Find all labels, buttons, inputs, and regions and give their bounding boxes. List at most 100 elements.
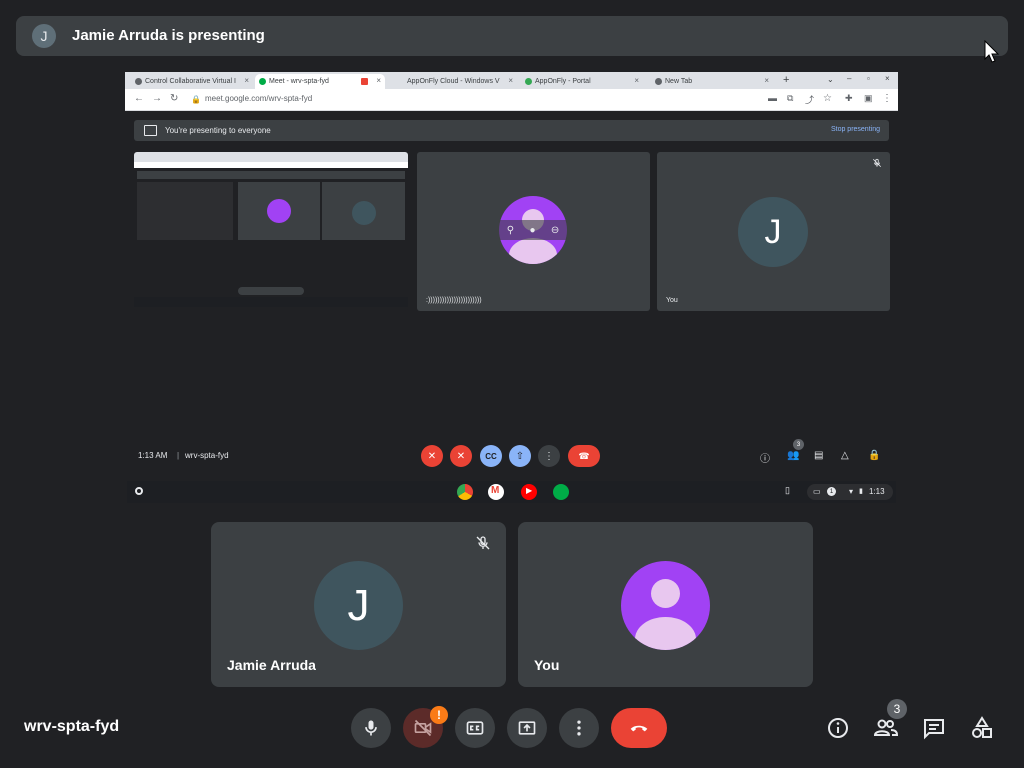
reload-icon[interactable]: ↻ (170, 93, 178, 104)
maximize-icon[interactable]: ▫ (867, 74, 870, 83)
open-external-icon[interactable]: ⧉ (787, 93, 793, 104)
preview-address-bar (134, 162, 408, 168)
close-tab-icon[interactable]: × (634, 76, 639, 85)
present-button[interactable] (507, 708, 547, 748)
tab-favicon-icon (525, 78, 532, 85)
present-icon (518, 721, 536, 735)
chat-button[interactable] (918, 712, 950, 744)
back-icon[interactable]: ← (134, 93, 144, 104)
close-tab-icon[interactable]: × (764, 76, 769, 85)
battery-icon: ▮ (859, 488, 863, 495)
more-options-button[interactable] (559, 708, 599, 748)
meeting-code: wrv-spta-fyd (24, 718, 120, 735)
leave-call-button[interactable] (611, 708, 667, 748)
meet-favicon-icon (259, 78, 266, 85)
os-shelf: M ▶ ▯ ▭ 1 ▾ ▮ 1:13 (127, 481, 896, 503)
notification-count: 1 (827, 487, 836, 496)
mic-button[interactable] (351, 708, 391, 748)
separator: | (177, 451, 180, 460)
presenting-banner: J Jamie Arruda is presenting (16, 16, 1008, 56)
screen-share-preview (134, 152, 408, 311)
bookmark-star-icon[interactable]: ☆ (823, 93, 832, 104)
captions-button[interactable]: CC (480, 445, 502, 467)
participant-name: You (534, 657, 560, 673)
preview-shelf (134, 297, 408, 307)
presenter-avatar: J (32, 24, 56, 48)
captions-icon (466, 721, 484, 735)
gmail-app-icon[interactable]: M (488, 484, 504, 500)
preview-tile (238, 182, 320, 240)
mic-off-button[interactable]: ✕ (421, 445, 443, 467)
presenting-notice: You're presenting to everyone (165, 126, 271, 135)
chevron-down-icon[interactable]: ⌄ (827, 75, 834, 84)
mic-icon[interactable]: ● (529, 225, 535, 236)
status-tray[interactable]: ▭ 1 ▾ ▮ 1:13 (807, 484, 893, 500)
participant-tile-self[interactable]: You (518, 522, 813, 687)
meeting-details-button[interactable] (822, 712, 854, 744)
meeting-code: wrv-spta-fyd (185, 451, 229, 460)
youtube-app-icon[interactable]: ▶ (521, 484, 537, 500)
activities-icon[interactable]: △ (841, 450, 849, 461)
meet-app-icon[interactable] (553, 484, 569, 500)
presenting-text: Jamie Arruda is presenting (72, 27, 265, 44)
info-icon (828, 718, 848, 738)
tab-favicon-icon (655, 78, 662, 85)
shelf-time: 1:13 (869, 487, 885, 496)
clipboard-icon[interactable]: ▯ (785, 485, 790, 496)
present-button[interactable]: ⇧ (509, 445, 531, 467)
browser-tab-strip: Control Collaborative Virtual I × Meet - … (125, 72, 898, 89)
preview-browser-chrome (134, 152, 408, 162)
launcher-icon[interactable] (135, 487, 143, 495)
browser-tab[interactable]: AppOnFly Cloud - Windows V × (393, 74, 517, 89)
more-vert-icon: ⋮ (544, 450, 554, 462)
share-icon[interactable]: ⤴ (805, 93, 814, 106)
camera-off-icon (414, 719, 432, 737)
remove-icon[interactable]: ⊖ (551, 225, 559, 236)
activities-icon (972, 716, 992, 738)
mic-off-icon (470, 530, 496, 556)
close-window-icon[interactable]: × (885, 74, 890, 83)
address-bar[interactable]: ← → ↻ 🔒 meet.google.com/wrv-spta-fyd ▬ ⧉… (125, 89, 898, 111)
host-controls-icon[interactable]: 🔒 (868, 450, 880, 461)
more-vert-icon[interactable]: ⋮ (882, 93, 892, 104)
preview-avatar (352, 201, 376, 225)
stop-presenting-button[interactable]: Stop presenting (831, 126, 880, 133)
chat-icon[interactable]: ▤ (814, 450, 823, 461)
pin-icon[interactable]: ⚲ (507, 225, 514, 236)
participant-tile-jamie[interactable]: J Jamie Arruda (211, 522, 506, 687)
browser-tab-active[interactable]: Meet - wrv-spta-fyd × (255, 74, 385, 89)
minimize-icon[interactable]: – (847, 74, 851, 83)
shared-screen: Control Collaborative Virtual I × Meet - … (125, 72, 898, 507)
more-options-button[interactable]: ⋮ (538, 445, 560, 467)
browser-tab[interactable]: New Tab × (651, 74, 773, 89)
camera-icon[interactable]: ▬ (768, 93, 777, 103)
new-tab-icon[interactable]: + (783, 74, 789, 86)
participant-name: :))))))))))))))))))))))) (426, 297, 482, 304)
forward-icon[interactable]: → (152, 93, 162, 104)
self-tile[interactable]: J You (657, 152, 890, 311)
close-tab-icon[interactable]: × (244, 76, 249, 85)
captions-icon: CC (485, 451, 497, 461)
presenter-tile[interactable]: ⚲ ● ⊖ :))))))))))))))))))))))) (417, 152, 650, 311)
camera-off-button[interactable]: ✕ (450, 445, 472, 467)
wifi-icon: ▾ (849, 487, 854, 496)
activities-button[interactable] (966, 712, 998, 744)
people-count-badge: 3 (887, 699, 907, 719)
tile-hover-controls: ⚲ ● ⊖ (499, 220, 567, 240)
captions-button[interactable] (455, 708, 495, 748)
camera-off-icon: ✕ (456, 450, 466, 462)
sidepanel-icon[interactable]: ▣ (864, 93, 873, 104)
people-icon[interactable]: 👥 (787, 450, 799, 461)
info-icon[interactable]: ⓘ (760, 450, 770, 465)
extensions-icon[interactable]: ✚ (845, 93, 853, 104)
leave-call-button[interactable]: ☎ (568, 445, 600, 467)
close-tab-icon[interactable]: × (508, 76, 513, 85)
preview-tile (137, 182, 233, 240)
recording-icon (361, 78, 368, 85)
mic-off-icon: ✕ (427, 450, 437, 462)
browser-tab[interactable]: Control Collaborative Virtual I × (131, 74, 253, 89)
close-tab-icon[interactable]: × (376, 76, 381, 85)
chrome-app-icon[interactable] (457, 484, 473, 500)
screen-capture-icon: ▭ (813, 487, 821, 496)
browser-tab[interactable]: AppOnFly - Portal × (521, 74, 643, 89)
